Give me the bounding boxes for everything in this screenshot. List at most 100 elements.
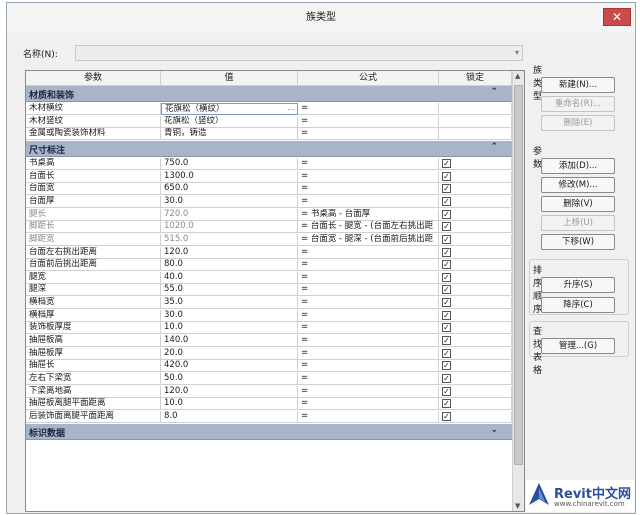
value-cell[interactable]: 120.0 <box>161 385 298 398</box>
lock-checkbox[interactable]: ✓ <box>442 298 451 308</box>
scroll-up-icon[interactable]: ▲ <box>515 72 520 80</box>
table-row[interactable]: 书桌高 750.0 = ✓ <box>26 157 512 170</box>
lock-checkbox[interactable]: ✓ <box>442 361 451 371</box>
delete-parameter-button[interactable]: 删除(V) <box>541 196 615 212</box>
lock-checkbox[interactable]: ✓ <box>442 184 451 194</box>
table-row[interactable]: 金属或陶瓷装饰材料 青铜，铸造 = <box>26 128 512 141</box>
lock-checkbox[interactable]: ✓ <box>442 411 451 421</box>
value-cell[interactable]: 1300.0 <box>161 170 298 183</box>
sort-descending-button[interactable]: 降序(C) <box>541 297 615 313</box>
rename-type-button[interactable]: 重命名(R)... <box>541 96 615 112</box>
table-row[interactable]: 抽屉板厚 20.0 = ✓ <box>26 347 512 360</box>
close-button[interactable]: ✕ <box>603 8 631 26</box>
move-down-button[interactable]: 下移(W) <box>541 234 615 250</box>
group-header-row[interactable]: 材质和装饰 ⌃ <box>26 86 512 102</box>
table-row[interactable]: 脚距宽 515.0 = 台面宽 - 腿深 - (台面前后挑出距 ✓ <box>26 233 512 246</box>
formula-cell[interactable]: = <box>298 410 439 423</box>
value-cell[interactable]: 80.0 <box>161 259 298 272</box>
lock-checkbox[interactable]: ✓ <box>442 399 451 409</box>
lock-checkbox[interactable]: ✓ <box>442 285 451 295</box>
table-row[interactable]: 抽屉板高 140.0 = ✓ <box>26 335 512 348</box>
table-row[interactable]: 木材横纹 花旗松（横纹） ⋯ = <box>26 103 512 115</box>
formula-cell[interactable]: = <box>298 128 439 141</box>
manage-lookup-button[interactable]: 管理...(G) <box>541 338 615 354</box>
value-cell[interactable]: 120.0 <box>161 246 298 259</box>
table-row[interactable]: 装饰板厚度 10.0 = ✓ <box>26 322 512 335</box>
value-cell[interactable]: 140.0 <box>161 335 298 348</box>
formula-cell[interactable]: = <box>298 259 439 272</box>
group-header-row[interactable]: 尺寸标注 ⌃ <box>26 140 512 157</box>
modify-parameter-button[interactable]: 修改(M)... <box>541 177 615 193</box>
formula-cell[interactable]: = <box>298 170 439 183</box>
formula-cell[interactable]: = <box>298 322 439 335</box>
table-row[interactable]: 抽屉板离腿平面距离 10.0 = ✓ <box>26 398 512 411</box>
new-type-button[interactable]: 新建(N)... <box>541 77 615 93</box>
formula-cell[interactable]: = <box>298 373 439 385</box>
group-header-row[interactable]: 标识数据 ⌄ <box>26 423 512 440</box>
table-row[interactable]: 横档宽 35.0 = ✓ <box>26 297 512 310</box>
formula-cell[interactable]: = <box>298 398 439 411</box>
formula-cell[interactable]: = <box>298 297 439 310</box>
formula-cell[interactable]: = <box>298 360 439 373</box>
table-row[interactable]: 下梁离地高 120.0 = ✓ <box>26 385 512 398</box>
table-row[interactable]: 腿深 55.0 = ✓ <box>26 284 512 297</box>
collapse-chevron-icon[interactable]: ⌄ <box>490 425 498 435</box>
value-cell[interactable]: 650.0 <box>161 183 298 196</box>
formula-cell[interactable]: = 台面长 - 腿宽 - (台面左右挑出距 <box>298 221 439 234</box>
lock-checkbox[interactable]: ✓ <box>442 310 451 320</box>
value-cell[interactable]: 30.0 <box>161 195 298 208</box>
collapse-chevron-icon[interactable]: ⌃ <box>490 87 498 97</box>
formula-cell[interactable]: = <box>298 284 439 297</box>
table-row[interactable]: 台面长 1300.0 = ✓ <box>26 170 512 183</box>
lock-checkbox[interactable]: ✓ <box>442 171 451 181</box>
lock-checkbox[interactable]: ✓ <box>442 247 451 257</box>
formula-cell[interactable]: = <box>298 157 439 170</box>
table-row[interactable]: 木材竖纹 花旗松（竖纹） = <box>26 115 512 128</box>
move-up-button[interactable]: 上移(U) <box>541 215 615 231</box>
table-row[interactable]: 后装饰面离腿平面距离 8.0 = ✓ <box>26 410 512 423</box>
table-row[interactable]: 台面前后挑出距离 80.0 = ✓ <box>26 259 512 272</box>
formula-cell[interactable]: = <box>298 347 439 360</box>
lock-checkbox[interactable]: ✓ <box>442 348 451 358</box>
value-cell[interactable]: 8.0 <box>161 410 298 423</box>
value-cell[interactable]: 420.0 <box>161 360 298 373</box>
formula-cell[interactable]: = <box>298 115 439 128</box>
column-header-value[interactable]: 值 <box>161 71 298 86</box>
column-header-lock[interactable]: 锁定 <box>439 71 512 86</box>
formula-cell[interactable]: = <box>298 335 439 348</box>
table-row[interactable]: 左右下梁宽 50.0 = ✓ <box>26 373 512 385</box>
table-row[interactable]: 台面宽 650.0 = ✓ <box>26 183 512 196</box>
browse-icon[interactable]: ⋯ <box>287 104 295 114</box>
table-row[interactable]: 腿长 720.0 = 书桌高 - 台面厚 ✓ <box>26 208 512 221</box>
lock-checkbox[interactable]: ✓ <box>442 260 451 270</box>
formula-cell[interactable]: = 台面宽 - 腿深 - (台面前后挑出距 <box>298 233 439 246</box>
table-row[interactable]: 抽屉长 420.0 = ✓ <box>26 360 512 373</box>
lock-checkbox[interactable]: ✓ <box>442 158 451 168</box>
value-cell[interactable]: 青铜，铸造 <box>161 128 298 141</box>
value-cell[interactable]: 花旗松（竖纹） <box>161 115 298 128</box>
formula-cell[interactable]: = <box>298 103 439 115</box>
value-cell[interactable]: 10.0 <box>161 398 298 411</box>
lock-checkbox[interactable]: ✓ <box>442 272 451 282</box>
value-cell[interactable]: 花旗松（横纹） ⋯ <box>161 103 298 115</box>
value-cell[interactable]: 750.0 <box>161 157 298 170</box>
table-row[interactable]: 台面厚 30.0 = ✓ <box>26 195 512 208</box>
delete-type-button[interactable]: 删除(E) <box>541 115 615 131</box>
column-header-param[interactable]: 参数 <box>26 71 161 86</box>
table-row[interactable]: 腿宽 40.0 = ✓ <box>26 271 512 284</box>
formula-cell[interactable]: = <box>298 309 439 322</box>
lock-checkbox[interactable]: ✓ <box>442 374 451 383</box>
formula-cell[interactable]: = <box>298 183 439 196</box>
vertical-scrollbar[interactable]: ▲ ▼ <box>512 71 524 511</box>
lock-checkbox[interactable]: ✓ <box>442 222 451 232</box>
table-row[interactable]: 台面左右挑出距离 120.0 = ✓ <box>26 246 512 259</box>
lock-checkbox[interactable]: ✓ <box>442 323 451 333</box>
sort-ascending-button[interactable]: 升序(S) <box>541 277 615 293</box>
lock-checkbox[interactable]: ✓ <box>442 336 451 346</box>
formula-cell[interactable]: = <box>298 195 439 208</box>
formula-cell[interactable]: = 书桌高 - 台面厚 <box>298 208 439 221</box>
formula-cell[interactable]: = <box>298 271 439 284</box>
add-parameter-button[interactable]: 添加(D)... <box>541 158 615 174</box>
lock-checkbox[interactable]: ✓ <box>442 386 451 396</box>
lock-checkbox[interactable]: ✓ <box>442 209 451 219</box>
